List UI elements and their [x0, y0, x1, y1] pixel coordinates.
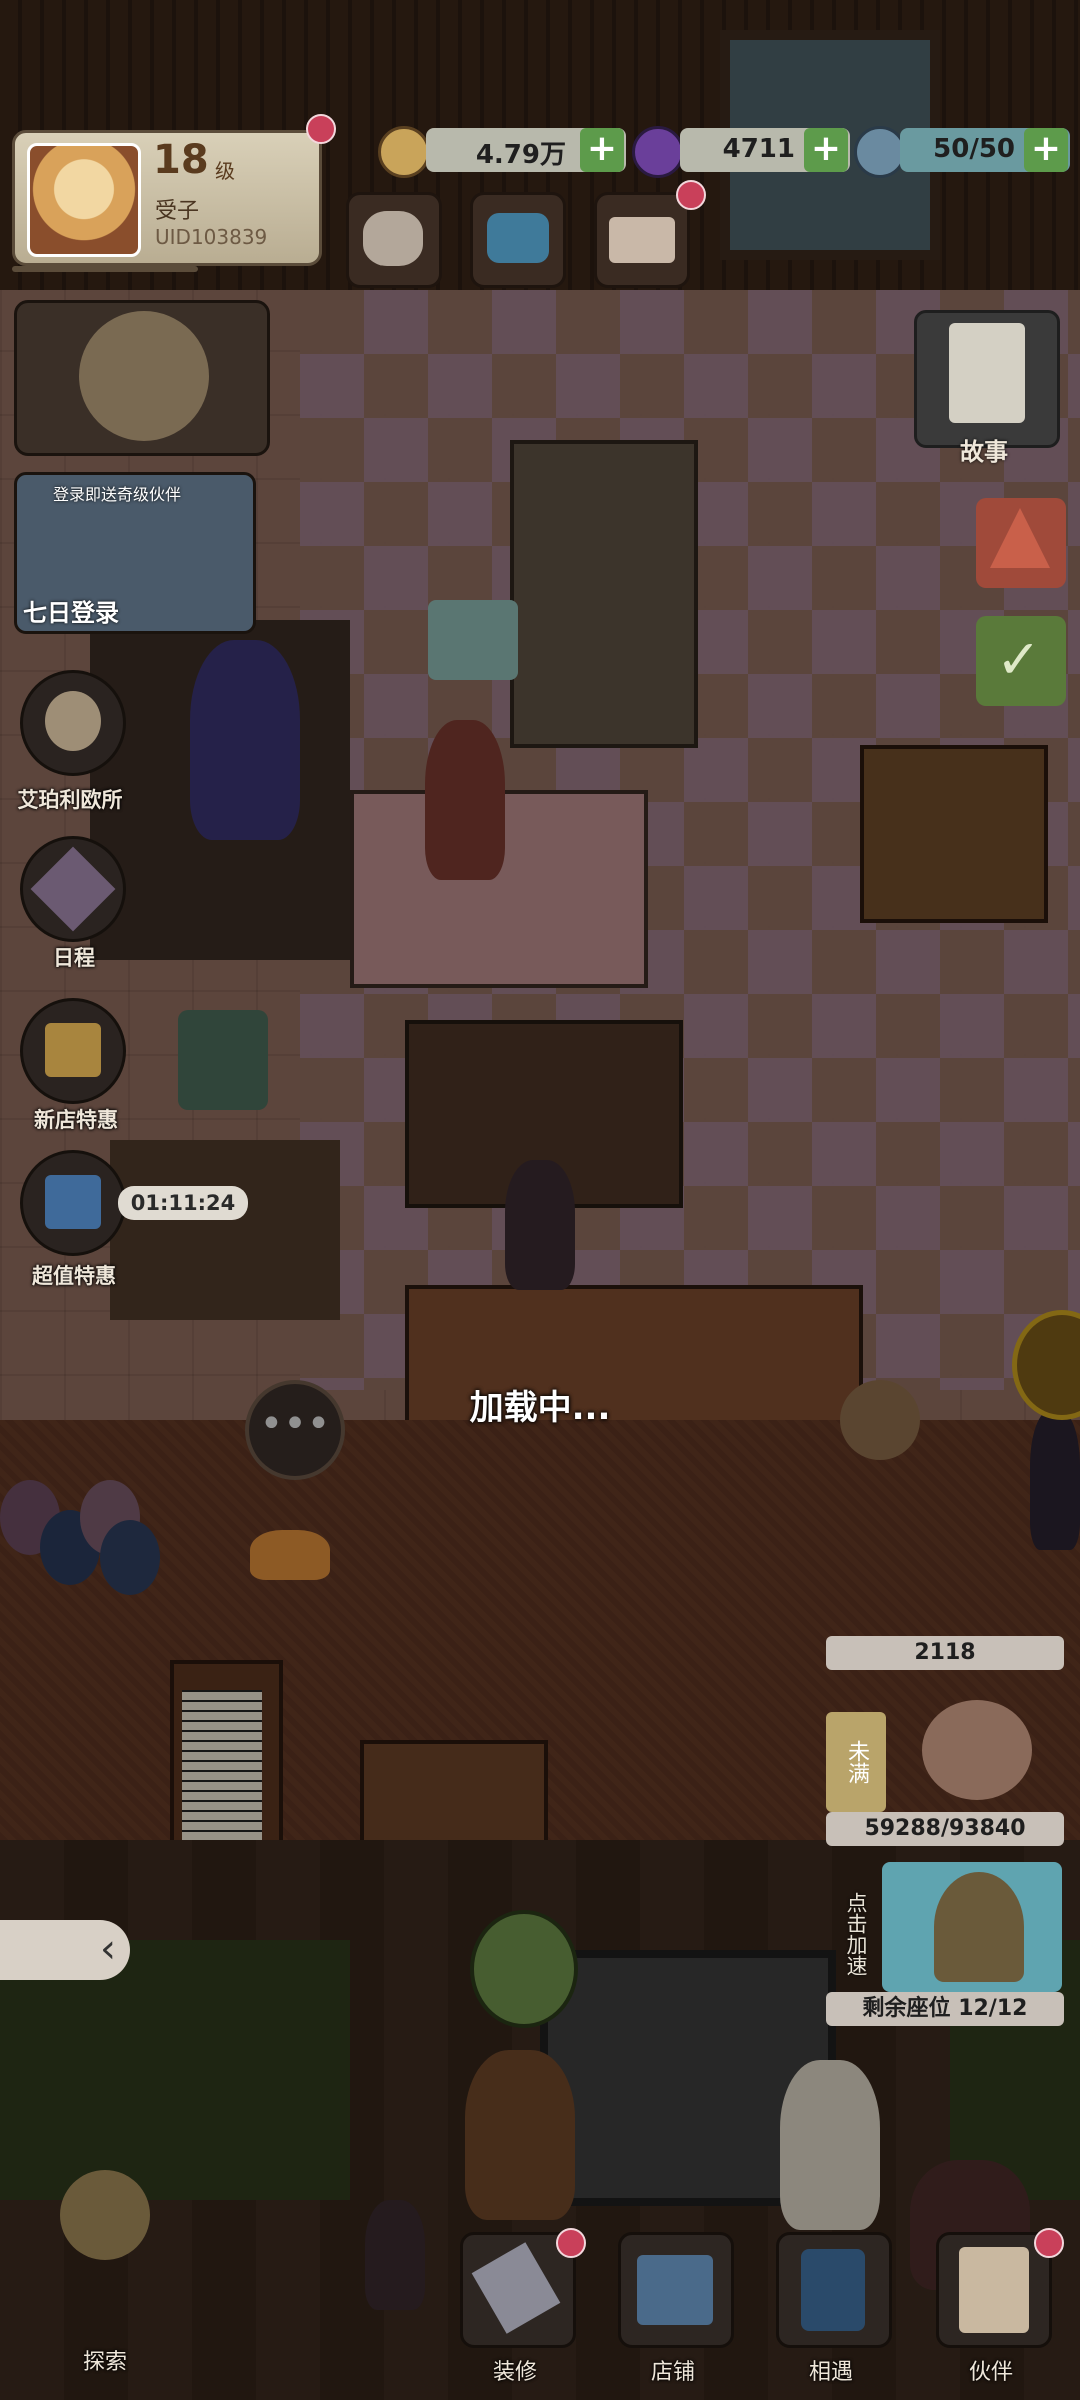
purple-gem-icon: [632, 126, 684, 178]
wheat-icon: [79, 311, 209, 441]
mail-icon: [609, 217, 675, 263]
owl-icon: [45, 691, 101, 751]
add-gold-button[interactable]: +: [580, 128, 624, 172]
shop-button[interactable]: [618, 2232, 734, 2348]
chat-icon: [487, 213, 549, 263]
chevron-left-icon: ‹: [100, 1926, 116, 1972]
new-store-deal-label: 新店特惠: [34, 1108, 118, 1132]
schedule-label: 日程: [53, 946, 95, 970]
encounter-button[interactable]: [776, 2232, 892, 2348]
explore-button[interactable]: [30, 2160, 180, 2320]
explore-label: 探索: [82, 2350, 127, 2375]
partner-label: 伙伴: [968, 2360, 1013, 2385]
piggy-bank-icon: [922, 1700, 1032, 1800]
player-level: 18: [153, 137, 209, 183]
warning-icon: [990, 508, 1050, 568]
login-banner: 登录即送奇级伙伴: [53, 485, 182, 504]
cat-card-icon: [959, 2247, 1029, 2333]
gift-box-icon: [45, 1023, 101, 1077]
phone-booth-icon: [801, 2249, 865, 2331]
level-unit: 级: [215, 159, 235, 183]
notification-dot: [306, 114, 336, 144]
storage-pill: 59288/93840: [826, 1812, 1064, 1846]
apollo-office-label: 艾珀利欧所: [17, 788, 123, 812]
customer-count: 2118: [914, 1640, 976, 1665]
xp-bar: [12, 266, 198, 272]
seats-value: 剩余座位 12/12: [862, 1996, 1028, 2021]
add-energy-button[interactable]: +: [1024, 128, 1068, 172]
encounter-label: 相遇: [808, 2360, 853, 2385]
not-full-tag: 未满: [826, 1712, 886, 1812]
energy-value: 50/50: [933, 134, 1015, 164]
login-label: 七日登录: [23, 599, 119, 627]
player-uid: UID103839: [155, 225, 268, 249]
collapse-arrow-button[interactable]: ‹: [0, 1920, 130, 1980]
value-deal-label: 超值特惠: [32, 1264, 116, 1288]
shop-icon: [637, 2255, 713, 2325]
decorate-notification-dot: [556, 2228, 586, 2258]
energy-bottle-icon: [854, 126, 906, 178]
mail-notification-dot: [676, 180, 706, 210]
player-card[interactable]: 18 级 受子 UID103839: [12, 130, 322, 266]
partner-notification-dot: [1034, 2228, 1064, 2258]
wheat-emblem-button[interactable]: [14, 300, 270, 456]
decorate-label: 装修: [492, 2360, 537, 2385]
piggy-bank-button[interactable]: [886, 1692, 1056, 1822]
deal-timer: 01:11:24: [118, 1186, 248, 1220]
story-button[interactable]: [914, 310, 1060, 448]
customer-count-pill: 2118: [826, 1636, 1064, 1670]
gem-value: 4711: [722, 134, 795, 164]
blue-gift-icon: [45, 1175, 101, 1229]
loading-text: 加载中...: [469, 1388, 611, 1428]
speedup-button[interactable]: [882, 1862, 1062, 1992]
pinwheel-icon: [60, 2170, 150, 2260]
apollo-office-button[interactable]: [20, 670, 126, 776]
add-gem-button[interactable]: +: [804, 128, 848, 172]
bell-icon: [934, 1872, 1024, 1982]
speedup-label: 点击加速: [844, 1892, 868, 1976]
storage-value: 59288/93840: [864, 1816, 1026, 1841]
gold-coin-icon: [378, 126, 430, 178]
shop-label: 店铺: [650, 2360, 695, 2385]
cats-icon: [363, 211, 423, 266]
seats-pill: 剩余座位 12/12: [826, 1992, 1064, 2026]
hammer-icon: [471, 2242, 561, 2334]
player-avatar: [27, 143, 141, 257]
schedule-button[interactable]: [20, 836, 126, 942]
new-store-deal-button[interactable]: [20, 998, 126, 1104]
schedule-badge-icon: [30, 846, 116, 932]
mail-button[interactable]: [594, 192, 690, 288]
chat-button[interactable]: [470, 192, 566, 288]
story-book-icon: [949, 323, 1025, 423]
check-icon: ✓: [996, 628, 1042, 691]
cats-button[interactable]: [346, 192, 442, 288]
alert-button[interactable]: [976, 498, 1066, 588]
story-label: 故事: [960, 438, 1008, 466]
seven-day-login-button[interactable]: 登录即送奇级伙伴 七日登录: [14, 472, 256, 634]
value-deal-button[interactable]: [20, 1150, 126, 1256]
player-name: 受子: [155, 199, 200, 224]
gold-value: 4.79万: [475, 140, 566, 170]
confirm-button[interactable]: ✓: [976, 616, 1066, 706]
